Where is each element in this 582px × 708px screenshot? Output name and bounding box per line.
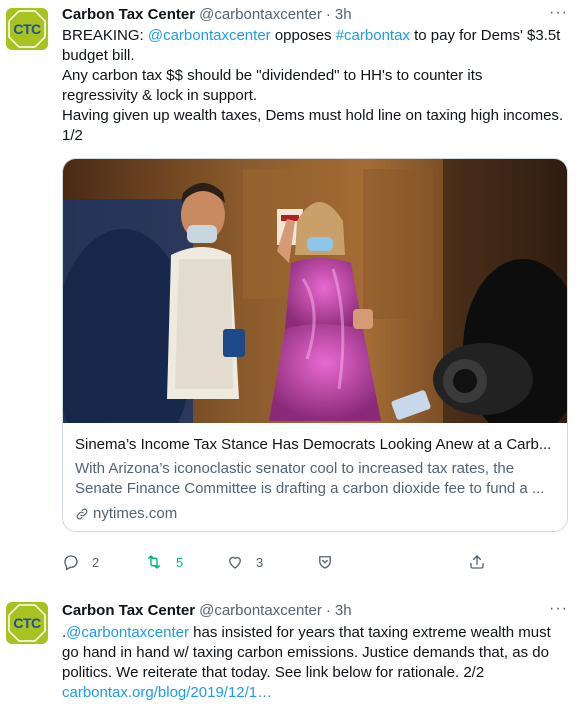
retweet-count: 5 (176, 554, 184, 570)
text-segment: has insisted for years that taxing extre… (188, 624, 551, 641)
bookmark-shield-icon (319, 556, 331, 569)
link-icon (76, 508, 88, 520)
tweet-text-line: .@carbontaxcenter has insisted for years… (62, 623, 572, 643)
author-handle[interactable]: @carbontaxcenter (199, 6, 322, 23)
heart-icon (229, 556, 241, 569)
reply-button[interactable]: 2 (62, 550, 99, 574)
text-segment: BREAKING: (62, 27, 148, 44)
mention-link[interactable]: @carbontaxcenter (66, 624, 189, 641)
tweet-text-line: Having given up wealth taxes, Dems must … (62, 107, 564, 124)
author-handle[interactable]: @carbontaxcenter (199, 602, 322, 619)
tweet-text-line: politics. We reiterate that today. See l… (62, 664, 485, 681)
mention-link[interactable]: @carbontaxcenter (148, 27, 271, 44)
tweet-header: Carbon Tax Center @carbontaxcenter · 3h (62, 600, 352, 620)
reply-icon (64, 555, 78, 571)
card-domain-text: nytimes.com (93, 505, 178, 522)
tweet-timestamp[interactable]: 3h (335, 602, 352, 619)
author-name[interactable]: Carbon Tax Center (62, 6, 195, 23)
card-meta: Sinema’s Income Tax Stance Has Democrats… (75, 435, 559, 524)
like-count: 3 (256, 554, 264, 570)
retweet-icon (148, 555, 160, 569)
avatar-logo-text: CTC (13, 21, 41, 37)
retweet-button[interactable]: 5 (144, 550, 183, 574)
article-photo[interactable] (63, 159, 568, 423)
avatar-logo-text: CTC (13, 615, 41, 631)
url-link[interactable]: carbontax.org/blog/2019/12/1… (62, 683, 572, 703)
reply-count: 2 (92, 554, 100, 570)
card-title[interactable]: Sinema’s Income Tax Stance Has Democrats… (75, 435, 559, 455)
tweet-1[interactable]: CTC Carbon Tax Center @carbontaxcenter ·… (0, 0, 582, 590)
tweet-text-line: go hand in hand w/ taxing carbon emissio… (62, 644, 549, 661)
more-options-icon[interactable]: ··· (549, 4, 568, 22)
text-segment: to pay for Dems' $3.5t (409, 27, 561, 44)
hashtag-link[interactable]: #carbontax (336, 27, 410, 44)
tweet-text: BREAKING: @carbontaxcenter opposes #carb… (62, 26, 572, 146)
tweet-text: .@carbontaxcenter has insisted for years… (62, 623, 572, 703)
like-button[interactable]: 3 (226, 550, 263, 574)
tweet-text-line: regressivity & lock in support. (62, 87, 258, 104)
save-button[interactable] (316, 550, 346, 574)
avatar[interactable]: CTC (6, 602, 48, 644)
author-name[interactable]: Carbon Tax Center (62, 602, 195, 619)
card-domain: nytimes.com (75, 504, 559, 524)
card-description: With Arizona’s iconoclastic senator cool… (75, 460, 545, 497)
tweet-text-line: Any carbon tax $$ should be "dividended"… (62, 67, 483, 84)
text-segment: opposes (270, 27, 336, 44)
separator-dot: · (325, 601, 331, 619)
tweet-text-line: budget bill. (62, 47, 135, 64)
tweet-header: Carbon Tax Center @carbontaxcenter · 3h (62, 4, 352, 24)
tweet-text-line: BREAKING: @carbontaxcenter opposes #carb… (62, 26, 572, 46)
more-options-icon[interactable]: ··· (549, 600, 568, 618)
avatar[interactable]: CTC (6, 8, 48, 50)
share-icon (470, 555, 484, 569)
tweet-2[interactable]: CTC Carbon Tax Center @carbontaxcenter ·… (0, 590, 582, 708)
tweet-text-line: 1/2 (62, 127, 83, 144)
share-button[interactable] (468, 550, 498, 574)
link-preview-card[interactable]: Sinema’s Income Tax Stance Has Democrats… (62, 158, 568, 532)
separator-dot: · (325, 5, 331, 23)
tweet-timestamp[interactable]: 3h (335, 6, 352, 23)
tweet-actions: 2 5 3 (62, 550, 502, 574)
